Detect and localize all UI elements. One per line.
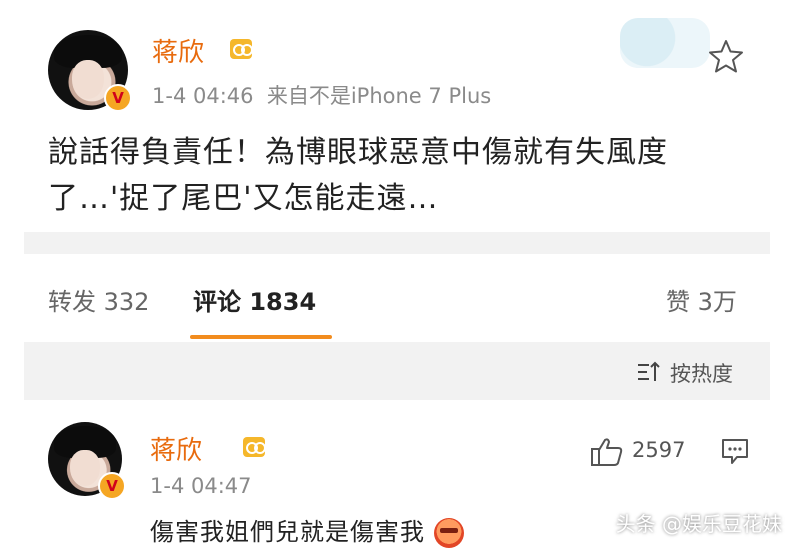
comment-meta: 1-4 04:47	[150, 474, 252, 498]
post-tabs: 转发 332 评论 1834 赞 3万	[0, 278, 800, 318]
post-meta: 1-4 04:46 来自不是iPhone 7 Plus	[152, 84, 492, 108]
comment-text: 傷害我姐們兒就是傷害我	[150, 512, 464, 548]
verified-badge-icon: V	[98, 472, 126, 500]
sort-icon[interactable]	[636, 360, 662, 384]
post-text-line1: 說話得負責任！為博眼球惡意中傷就有失風度	[48, 135, 668, 170]
vip-icon	[243, 436, 267, 457]
vip-icon	[230, 38, 253, 59]
tab-like[interactable]: 赞 3万	[666, 282, 737, 317]
tab-repost[interactable]: 转发 332	[48, 282, 149, 317]
star-icon[interactable]	[708, 38, 744, 74]
verified-badge-icon: V	[104, 84, 132, 112]
angry-emoji-icon	[433, 518, 464, 548]
active-tab-underline	[190, 335, 332, 339]
post-username[interactable]: 蒋欣	[152, 32, 204, 69]
sort-label[interactable]: 按热度	[670, 358, 733, 388]
comment-text-content: 傷害我姐們兒就是傷害我	[150, 518, 425, 546]
comment-icon[interactable]	[720, 436, 750, 466]
post-text-line2: 了…'捉了尾巴'又怎能走遠…	[48, 181, 439, 216]
tab-comment[interactable]: 评论 1834	[193, 282, 316, 317]
section-divider	[24, 232, 770, 254]
thumbs-up-icon[interactable]	[590, 436, 624, 468]
card-decoration	[620, 18, 710, 68]
post-avatar[interactable]: V	[48, 30, 132, 112]
comment-avatar[interactable]: V	[48, 422, 126, 500]
comment-like-count: 2597	[632, 438, 686, 462]
watermark: 头条 @娱乐豆花妹	[615, 512, 782, 536]
comment-username[interactable]: 蒋欣	[150, 430, 202, 467]
